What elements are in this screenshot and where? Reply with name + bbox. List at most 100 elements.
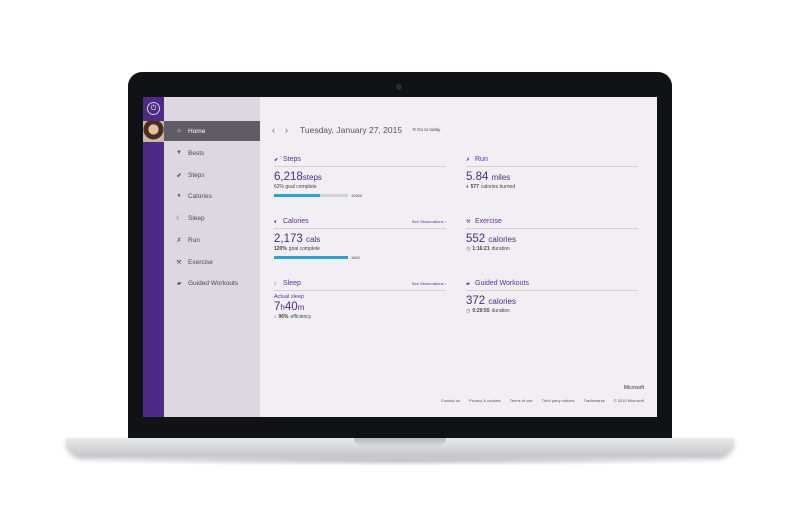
steps-icon: ⬋ [274,156,279,163]
card-title: Sleep [283,280,301,287]
sidebar-item-sleep[interactable]: ☾ Sleep [164,208,260,228]
sidebar-item-guided-workouts[interactable]: ▰ Guided Workouts [164,273,260,293]
calories-value: 2,173 cals [274,233,446,245]
laptop-notch [354,438,446,446]
exercise-card[interactable]: ⚒ Exercise 552 calories ◷ 1:16:21 durati… [466,217,638,252]
flame-icon: ♦ [274,218,277,225]
duration-label: duration [491,246,510,252]
power-icon[interactable]: ⏻ [147,102,160,115]
efficiency-value: 96% [278,314,289,320]
exercise-calories: 552 [466,233,486,245]
sidebar-item-exercise[interactable]: ⚒ Exercise [164,252,260,272]
calories-card[interactable]: ♦ Calories See Observations › 2,173 cals… [274,217,446,260]
card-header: ⬋ Steps [274,155,446,167]
sidebar-item-calories[interactable]: ♦ Calories [164,186,260,206]
progress-fill [274,256,348,259]
footer-link-third-party[interactable]: Third party notices [542,398,575,403]
go-to-today-link[interactable]: ⟲ Go to today [412,127,440,133]
steps-unit: steps [302,173,322,182]
sleep-efficiency: ♪ 96% efficiency [274,314,446,320]
goal-status: 120% goal complete [274,246,446,252]
sleep-value: 7h40m [274,301,446,313]
see-observations-link[interactable]: See Observations › [412,219,446,224]
date-navigation: ‹ › Tuesday, January 27, 2015 ⟲ Go to to… [272,124,440,136]
steps-count: 6,218 [274,171,303,183]
sidebar-item-home[interactable]: ⌂ Home [164,121,260,141]
exercise-value: 552 calories [466,233,638,245]
clipboard-icon: ▰ [176,280,182,287]
guided-value: 372 calories [466,295,638,307]
footer-links: Contact us Privacy & cookies Terms of us… [441,398,644,403]
laptop-shadow [90,456,710,466]
run-unit: miles [491,173,511,182]
goal-status: 62% goal complete [274,184,446,190]
avatar[interactable] [143,121,164,142]
sidebar-item-label: Exercise [188,258,213,266]
footer-link-privacy[interactable]: Privacy & cookies [469,398,501,403]
see-observations-link[interactable]: See Observations › [412,281,446,286]
goal-value: 1800 [351,255,360,260]
goal-text: goal complete [288,246,320,252]
sleep-card[interactable]: ☾ Sleep See Observations › Actual sleep … [274,279,446,320]
trophy-icon: ▼ [176,150,182,156]
card-header: ♦ Calories See Observations › [274,217,446,229]
steps-icon: ⬋ [176,172,182,179]
card-header: ☾ Sleep See Observations › [274,279,446,291]
card-header: ▰ Guided Workouts [466,279,638,291]
card-title: Run [475,156,488,163]
efficiency-label: efficiency [290,314,312,320]
app-screen: ⏻ ⌂ Home ▼ Bests ⬋ Steps ♦ Calories ☾ Sl… [143,97,657,417]
sidebar-item-label: Home [188,127,206,135]
goal-text: 62% goal complete [274,184,317,190]
duration-value: 0:29:55 [472,308,490,314]
flame-icon: ♦ [466,184,469,190]
calories-progress: 1800 [274,255,446,260]
sleep-minutes: 40 [284,301,298,313]
calories-burned-label: calories burned [480,184,516,190]
guided-unit: calories [488,297,516,306]
webcam [396,84,402,90]
moon-icon: ☾ [274,280,279,287]
previous-day-button[interactable]: ‹ [272,125,275,135]
dumbbell-icon: ⚒ [466,218,471,225]
run-calories: ♦ 577 calories burned [466,184,638,190]
sidebar: ⌂ Home ▼ Bests ⬋ Steps ♦ Calories ☾ Slee… [164,97,260,417]
home-icon: ⌂ [177,128,181,134]
sidebar-item-steps[interactable]: ⬋ Steps [164,165,260,185]
dumbbell-icon: ⚒ [176,259,182,266]
progress-track [274,194,348,197]
exercise-unit: calories [488,235,516,244]
efficiency-icon: ♪ [274,314,277,320]
guided-workouts-card[interactable]: ▰ Guided Workouts 372 calories ◷ 0:29:55… [466,279,638,314]
next-day-button[interactable]: › [285,125,288,135]
footer-link-contact[interactable]: Contact us [441,398,460,403]
app-rail: ⏻ [143,97,164,417]
run-card[interactable]: ✗ Run 5.84 miles ♦ 577 calories burned [466,155,638,190]
sidebar-item-label: Run [188,236,200,244]
flame-icon: ♦ [177,193,181,199]
card-title: Calories [283,218,309,225]
sidebar-item-run[interactable]: ✗ Run [164,230,260,250]
sidebar-item-label: Calories [188,192,212,200]
minutes-unit: m [297,303,305,312]
duration-value: 1:16:21 [472,246,490,252]
footer-link-terms[interactable]: Terms of use [510,398,533,403]
sidebar-item-bests[interactable]: ▼ Bests [164,143,260,163]
exercise-duration: ◷ 1:16:21 duration [466,246,638,252]
card-header: ⚒ Exercise [466,217,638,229]
clipboard-icon: ▰ [466,280,470,287]
footer-link-trademarks[interactable]: Trademarks [584,398,605,403]
clock-icon: ◷ [466,246,471,252]
run-icon: ✗ [466,156,471,163]
steps-card[interactable]: ⬋ Steps 6,218steps 62% goal complete 100… [274,155,446,198]
run-icon: ✗ [176,237,182,244]
duration-label: duration [491,308,510,314]
calories-count: 2,173 [274,233,303,245]
progress-track [274,256,348,259]
calories-unit: cals [305,235,321,244]
footer-brand: Microsoft [623,385,644,391]
card-title: Steps [283,156,301,163]
progress-fill [274,194,320,197]
current-date: Tuesday, January 27, 2015 [300,125,403,135]
sidebar-item-label: Guided Workouts [188,279,239,287]
